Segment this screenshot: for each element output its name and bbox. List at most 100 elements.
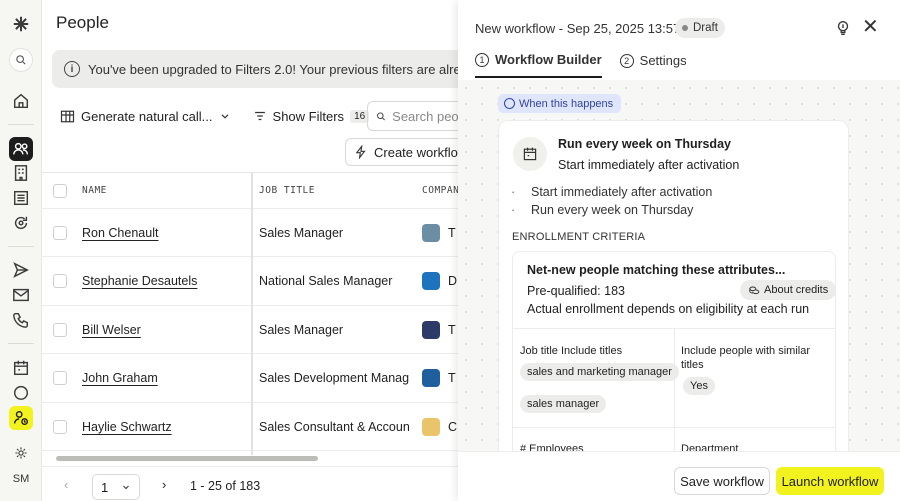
circle-icon[interactable] bbox=[9, 380, 33, 404]
row-checkbox[interactable] bbox=[53, 225, 67, 240]
people-page: People i You've been upgraded to Filters… bbox=[42, 0, 458, 501]
refresh-icon[interactable] bbox=[9, 211, 33, 235]
company-icon[interactable] bbox=[9, 161, 33, 185]
header-company[interactable]: COMPANY bbox=[422, 185, 458, 196]
job-title-cell: Sales Manager bbox=[259, 322, 344, 337]
page-number: 1 bbox=[101, 479, 109, 495]
trigger-card[interactable]: Run every week on Thursday Start immedia… bbox=[498, 120, 849, 451]
row-checkbox[interactable] bbox=[53, 419, 67, 434]
people-icon[interactable] bbox=[9, 137, 33, 161]
horizontal-scrollbar[interactable] bbox=[56, 456, 458, 462]
search-placeholder: Search people bbox=[392, 108, 458, 124]
tab-settings[interactable]: 2 Settings bbox=[619, 52, 687, 78]
settings-icon[interactable] bbox=[9, 441, 33, 465]
show-filters-label: Show Filters bbox=[272, 108, 345, 124]
panel-tabs: 1 Workflow Builder 2 Settings bbox=[475, 52, 687, 78]
credits-label: About credits bbox=[764, 284, 829, 296]
criteria-box: Net-new people matching these attributes… bbox=[512, 251, 836, 451]
company-cell[interactable]: T bbox=[422, 369, 456, 387]
job-title-cell: Sales Consultant & Accoun bbox=[259, 419, 409, 434]
table-row[interactable]: Ron Chenault Sales Manager T bbox=[42, 209, 458, 257]
status-badge: Draft bbox=[675, 18, 725, 38]
table-row[interactable]: Haylie Schwartz Sales Consultant & Accoun… bbox=[42, 403, 458, 451]
company-cell[interactable]: D bbox=[422, 272, 457, 290]
info-icon: i bbox=[64, 61, 80, 77]
page-title: People bbox=[56, 13, 109, 32]
company-cell[interactable]: C bbox=[422, 417, 458, 436]
nav-divider bbox=[8, 124, 34, 125]
list-icon[interactable] bbox=[9, 186, 33, 210]
coins-icon bbox=[749, 286, 760, 295]
generate-label: Generate natural call... bbox=[81, 108, 213, 124]
scrollbar-thumb[interactable] bbox=[56, 456, 318, 461]
workflow-canvas[interactable]: When this happens Run every week on Thur… bbox=[458, 80, 900, 451]
workflow-user-icon[interactable] bbox=[9, 406, 33, 430]
job-title-filter-label: Job title Include titles bbox=[520, 345, 623, 357]
prev-page-icon[interactable]: ‹ bbox=[64, 477, 68, 492]
header-job-title[interactable]: JOB TITLE bbox=[259, 185, 409, 196]
tab-workflow-builder[interactable]: 1 Workflow Builder bbox=[475, 52, 602, 78]
search-icon bbox=[377, 111, 385, 120]
table-header: NAME JOB TITLE COMPANY bbox=[42, 173, 458, 209]
people-table: NAME JOB TITLE COMPANY Ron Chenault Sales… bbox=[42, 172, 458, 455]
bullet-mark: · bbox=[511, 185, 516, 199]
table-row[interactable]: Bill Welser Sales Manager T bbox=[42, 306, 458, 354]
person-name-link[interactable]: Stephanie Desautels bbox=[82, 274, 197, 288]
tab-number: 1 bbox=[475, 52, 489, 67]
job-title-chip: sales and marketing manager bbox=[520, 363, 679, 381]
job-title-cell: Sales Development Manag bbox=[259, 371, 409, 385]
grid-divider bbox=[513, 427, 835, 428]
company-logo-icon bbox=[422, 320, 440, 339]
lightning-icon bbox=[355, 145, 366, 159]
search-icon[interactable] bbox=[9, 48, 33, 72]
company-cell[interactable]: T bbox=[422, 223, 456, 242]
page-select[interactable]: 1 bbox=[92, 474, 140, 500]
header-name[interactable]: NAME bbox=[82, 185, 107, 196]
prequalified-count: Pre-qualified: 183 bbox=[527, 284, 625, 298]
person-name-link[interactable]: Ron Chenault bbox=[82, 226, 158, 240]
left-nav: SM bbox=[0, 0, 42, 501]
person-name-link[interactable]: Haylie Schwartz bbox=[82, 420, 172, 434]
show-filters-button[interactable]: Show Filters 16 bbox=[253, 109, 370, 124]
status-dot bbox=[682, 25, 688, 31]
company-logo-icon bbox=[422, 417, 440, 436]
mail-icon[interactable] bbox=[9, 283, 33, 307]
create-workflow-button[interactable]: Create workflow bbox=[345, 138, 458, 166]
company-cell[interactable]: T bbox=[422, 320, 456, 339]
enrollment-criteria-label: ENROLLMENT CRITERIA bbox=[512, 231, 646, 243]
create-workflow-label: Create workflow bbox=[374, 144, 458, 160]
company-name: C bbox=[448, 419, 458, 434]
send-icon[interactable] bbox=[9, 258, 33, 282]
person-name-link[interactable]: Bill Welser bbox=[82, 323, 141, 337]
avatar[interactable]: SM bbox=[9, 470, 33, 488]
person-name-link[interactable]: John Graham bbox=[82, 371, 158, 385]
status-label: Draft bbox=[693, 22, 718, 34]
toolbar: Generate natural call... Show Filters 16 bbox=[60, 104, 370, 128]
company-logo-icon bbox=[422, 223, 440, 242]
lightbulb-icon[interactable] bbox=[834, 19, 852, 37]
table-row[interactable]: John Graham Sales Development Manag T bbox=[42, 355, 458, 403]
row-checkbox[interactable] bbox=[53, 371, 67, 385]
row-checkbox[interactable] bbox=[53, 322, 67, 337]
home-icon[interactable] bbox=[9, 89, 33, 113]
launch-workflow-button[interactable]: Launch workflow bbox=[776, 467, 884, 495]
workflow-title[interactable]: New workflow - Sep 25, 2025 13:57 bbox=[475, 21, 680, 36]
select-all-checkbox[interactable] bbox=[53, 183, 67, 198]
save-workflow-button[interactable]: Save workflow bbox=[674, 467, 770, 495]
trigger-pill: When this happens bbox=[498, 94, 622, 113]
logo-icon[interactable] bbox=[9, 12, 33, 36]
row-checkbox[interactable] bbox=[53, 274, 67, 288]
table-row[interactable]: Stephanie Desautels National Sales Manage… bbox=[42, 258, 458, 306]
about-credits-button[interactable]: About credits bbox=[740, 280, 835, 300]
page-range: 1 - 25 of 183 bbox=[190, 479, 261, 493]
next-page-icon[interactable]: › bbox=[162, 477, 166, 492]
schedule-bullet: · Run every week on Thursday bbox=[511, 203, 693, 217]
phone-icon[interactable] bbox=[9, 308, 33, 332]
generate-view-dropdown[interactable]: Generate natural call... bbox=[60, 109, 231, 124]
search-input[interactable]: Search people bbox=[367, 101, 458, 131]
similar-titles-value: Yes bbox=[683, 377, 715, 395]
close-icon[interactable]: ✕ bbox=[862, 17, 879, 37]
nav-divider bbox=[8, 343, 34, 344]
table-icon bbox=[60, 110, 75, 122]
calendar-icon[interactable] bbox=[9, 356, 33, 380]
